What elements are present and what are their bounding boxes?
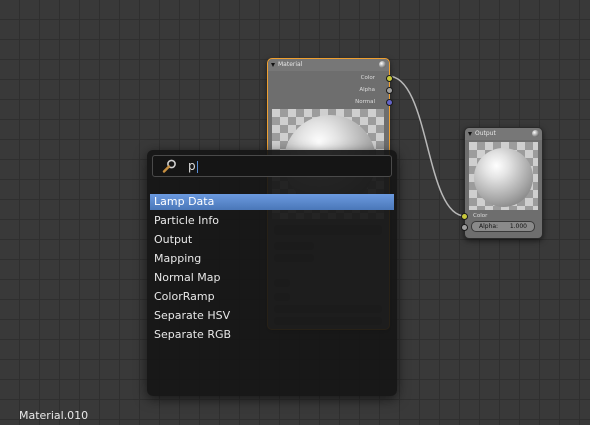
search-input[interactable]: p — [152, 155, 392, 177]
output-input-color-socket[interactable] — [461, 213, 468, 220]
output-node[interactable]: Output Color Alpha: 1.000 — [461, 127, 543, 239]
material-output-alpha-label: Alpha — [359, 87, 375, 93]
collapse-triangle-icon[interactable] — [468, 132, 472, 136]
output-preview — [469, 142, 538, 210]
output-node-header[interactable]: Output — [465, 128, 542, 140]
alpha-field-value: 1.000 — [509, 223, 527, 230]
alpha-field[interactable]: Alpha: 1.000 — [471, 221, 535, 232]
material-node-header[interactable]: Material — [268, 59, 389, 71]
menu-item-output[interactable]: Output — [150, 232, 394, 248]
menu-item-particle-info[interactable]: Particle Info — [150, 213, 394, 229]
material-output-color-label: Color — [360, 75, 375, 81]
material-name: Material.010 — [19, 409, 89, 422]
material-output-color-socket[interactable] — [386, 75, 393, 82]
output-input-color-label: Color — [473, 213, 488, 219]
material-output-alpha-socket[interactable] — [386, 87, 393, 94]
collapse-triangle-icon[interactable] — [271, 63, 275, 67]
text-cursor — [196, 160, 198, 173]
material-output-normal-label: Normal — [355, 99, 375, 105]
output-node-title: Output — [475, 130, 496, 137]
output-preview-sphere — [474, 148, 533, 207]
search-query-text: p — [188, 159, 196, 173]
menu-item-separate-hsv[interactable]: Separate HSV — [150, 308, 394, 324]
magnifier-icon — [162, 159, 176, 173]
menu-item-separate-rgb[interactable]: Separate RGB — [150, 327, 394, 343]
preview-toggle-icon[interactable] — [532, 130, 539, 137]
alpha-field-label: Alpha: — [479, 223, 499, 230]
menu-item-normal-map[interactable]: Normal Map — [150, 270, 394, 286]
menu-item-lamp-data[interactable]: Lamp Data — [150, 194, 394, 210]
search-query: p — [188, 158, 198, 174]
menu-item-colorramp[interactable]: ColorRamp — [150, 289, 394, 305]
material-output-normal-socket[interactable] — [386, 99, 393, 106]
preview-toggle-icon[interactable] — [379, 61, 386, 68]
material-node-title: Material — [278, 61, 303, 68]
node-search-popup: p Lamp Data Particle Info Output Mapping… — [147, 150, 397, 396]
output-input-alpha-socket[interactable] — [461, 224, 468, 231]
menu-item-mapping[interactable]: Mapping — [150, 251, 394, 267]
